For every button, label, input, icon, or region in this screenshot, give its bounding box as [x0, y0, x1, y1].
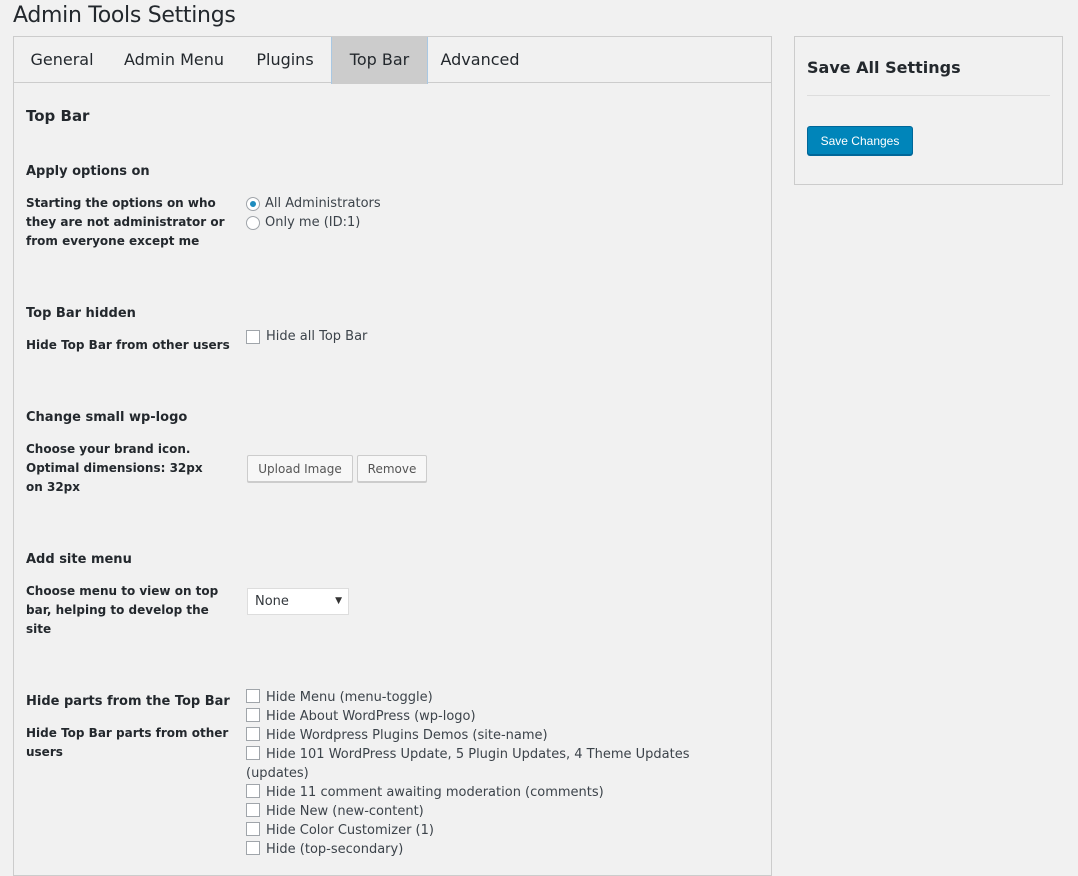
- hide-all-top-bar-option[interactable]: Hide all Top Bar: [246, 327, 367, 346]
- list-item[interactable]: Hide Wordpress Plugins Demos (site-name): [246, 726, 716, 745]
- save-changes-button[interactable]: Save Changes: [807, 126, 913, 155]
- part-label: Hide Menu (menu-toggle): [266, 690, 433, 705]
- hide-all-top-bar-checkbox[interactable]: [246, 329, 260, 344]
- hide-parts-desc: Hide Top Bar parts from other users: [26, 726, 229, 759]
- tab-plugins[interactable]: Plugins: [238, 37, 332, 83]
- checkbox-icon[interactable]: [246, 803, 260, 817]
- list-item[interactable]: Hide (top-secondary): [246, 840, 716, 859]
- wp-logo-label: Change small wp-logo: [26, 410, 188, 425]
- radio-all-administrators[interactable]: All Administrators: [246, 194, 381, 213]
- list-item[interactable]: Hide 11 comment awaiting moderation (com…: [246, 783, 716, 802]
- remove-image-button[interactable]: Remove: [357, 455, 427, 482]
- checkbox-icon[interactable]: [246, 841, 260, 855]
- page-title: Admin Tools Settings: [13, 3, 236, 28]
- part-label: Hide New (new-content): [266, 804, 424, 819]
- checkbox-icon[interactable]: [246, 727, 260, 741]
- select-value: None: [255, 594, 289, 609]
- hide-parts-label: Hide parts from the Top Bar: [26, 694, 230, 709]
- radio-label: All Administrators: [265, 196, 381, 211]
- checkbox-icon[interactable]: [246, 784, 260, 798]
- radio-label: Only me (ID:1): [265, 215, 361, 230]
- tab-top-bar[interactable]: Top Bar: [331, 37, 428, 84]
- checkbox-label: Hide all Top Bar: [266, 329, 368, 344]
- apply-options-label: Apply options on: [26, 164, 150, 179]
- list-item[interactable]: Hide Menu (menu-toggle): [246, 688, 716, 707]
- list-item[interactable]: Hide 101 WordPress Update, 5 Plugin Upda…: [246, 745, 716, 783]
- site-menu-desc: Choose menu to view on top bar, helping …: [26, 584, 219, 636]
- tab-advanced[interactable]: Advanced: [428, 37, 532, 83]
- checkbox-icon[interactable]: [246, 746, 260, 760]
- radio-only-me[interactable]: Only me (ID:1): [246, 213, 360, 232]
- checkbox-icon[interactable]: [246, 822, 260, 836]
- checkbox-icon[interactable]: [246, 689, 260, 703]
- list-item[interactable]: Hide About WordPress (wp-logo): [246, 707, 716, 726]
- top-bar-hidden-desc: Hide Top Bar from other users: [26, 338, 230, 352]
- site-menu-label: Add site menu: [26, 552, 132, 567]
- dropdown-arrow-icon: ▼: [335, 596, 342, 606]
- part-label: Hide About WordPress (wp-logo): [266, 709, 476, 724]
- part-label: Hide 101 WordPress Update, 5 Plugin Upda…: [246, 747, 690, 781]
- apply-options-desc: Starting the options on who they are not…: [26, 196, 225, 248]
- save-settings-box: Save All Settings Save Changes: [794, 36, 1063, 185]
- checkbox-icon[interactable]: [246, 708, 260, 722]
- tab-bar: General Admin Menu Plugins Top Bar Advan…: [14, 37, 771, 84]
- wp-logo-desc: Choose your brand icon. Optimal dimensio…: [26, 442, 203, 494]
- part-label: Hide (top-secondary): [266, 842, 404, 857]
- part-label: Hide 11 comment awaiting moderation (com…: [266, 785, 604, 800]
- upload-image-button[interactable]: Upload Image: [247, 455, 353, 482]
- part-label: Hide Wordpress Plugins Demos (site-name): [266, 728, 548, 743]
- section-title: Top Bar: [26, 107, 90, 125]
- tab-admin-menu[interactable]: Admin Menu: [110, 37, 238, 83]
- top-bar-hidden-label: Top Bar hidden: [26, 306, 136, 321]
- radio-unchecked-icon[interactable]: [246, 215, 260, 230]
- part-label: Hide Color Customizer (1): [266, 823, 434, 838]
- save-settings-title: Save All Settings: [807, 58, 961, 77]
- site-menu-select[interactable]: None ▼: [247, 588, 349, 615]
- divider: [807, 95, 1050, 96]
- hide-parts-list: Hide Menu (menu-toggle) Hide About WordP…: [246, 688, 716, 859]
- tab-general[interactable]: General: [14, 37, 110, 83]
- radio-checked-icon[interactable]: [246, 196, 260, 211]
- list-item[interactable]: Hide Color Customizer (1): [246, 821, 716, 840]
- list-item[interactable]: Hide New (new-content): [246, 802, 716, 821]
- settings-panel: General Admin Menu Plugins Top Bar Advan…: [13, 36, 772, 876]
